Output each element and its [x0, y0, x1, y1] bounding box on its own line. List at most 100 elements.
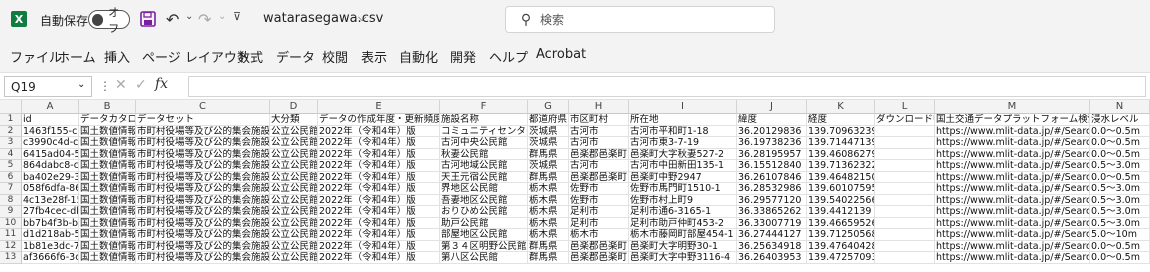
row-header[interactable]: 12 — [0, 240, 22, 252]
table-cell[interactable]: 2022年（令和4年）版 — [318, 229, 440, 241]
table-cell[interactable]: 邑楽郡邑楽町 — [569, 240, 629, 252]
table-cell[interactable]: 市町村役場等及び公的集会施設 — [136, 171, 270, 183]
table-cell[interactable] — [875, 229, 935, 241]
row-header[interactable]: 13 — [0, 252, 22, 264]
table-cell[interactable]: 古河市平和町1-18 — [629, 125, 737, 137]
chevron-down-icon[interactable]: ⌄ — [77, 79, 85, 90]
tab-automate[interactable]: 自動化 — [399, 47, 438, 66]
table-cell[interactable]: 36.29577120 — [737, 194, 807, 206]
table-cell[interactable]: 0.5～3.0m — [1090, 183, 1150, 195]
tab-help[interactable]: ヘルプ — [489, 47, 528, 66]
table-cell[interactable] — [875, 125, 935, 137]
formula-input[interactable] — [188, 76, 1146, 97]
table-cell[interactable]: https://www.mlit-data.jp/#/Searc — [935, 240, 1090, 252]
header-cell[interactable]: 国土交通データプラットフォーム検索URL — [935, 114, 1090, 126]
row-header[interactable]: 4 — [0, 148, 22, 160]
table-cell[interactable]: 邑楽町大字中野3116-4 — [629, 252, 737, 264]
table-cell[interactable]: 0.5～3.0m — [1090, 160, 1150, 172]
tab-home[interactable]: ホーム — [57, 47, 96, 66]
table-cell[interactable]: 栃木市 — [569, 229, 629, 241]
table-cell[interactable]: 36.33865262 — [737, 206, 807, 218]
table-cell[interactable]: 国土数値情報 — [79, 240, 136, 252]
table-cell[interactable]: 市町村役場等及び公的集会施設 — [136, 148, 270, 160]
header-cell[interactable]: データの作成年度・更新頻度 — [318, 114, 440, 126]
table-cell[interactable]: 139.71447139564438 — [807, 137, 875, 149]
table-cell[interactable]: 139.4725709363813 — [807, 252, 875, 264]
table-cell[interactable]: 公立公民館 — [270, 229, 318, 241]
table-cell[interactable]: 第３４区明野公民館 — [440, 240, 528, 252]
table-cell[interactable]: おりひめ公民館 — [440, 206, 528, 218]
table-cell[interactable] — [875, 217, 935, 229]
table-cell[interactable]: 2022年（令和4年）版 — [318, 252, 440, 264]
header-cell[interactable]: 経度 — [807, 114, 875, 126]
table-cell[interactable]: 0.0～0.5m — [1090, 148, 1150, 160]
table-cell[interactable]: 古河市 — [569, 137, 629, 149]
autosave-toggle[interactable]: オフ — [88, 6, 130, 35]
row-header[interactable]: 10 — [0, 217, 22, 229]
table-cell[interactable]: 5.0～10m — [1090, 229, 1150, 241]
header-cell[interactable]: 浸水レベル — [1090, 114, 1150, 126]
table-cell[interactable]: 邑楽町中野2947 — [629, 171, 737, 183]
column-header-m[interactable]: M — [935, 100, 1090, 114]
column-header-d[interactable]: D — [270, 100, 318, 114]
table-cell[interactable]: 公立公民館 — [270, 194, 318, 206]
table-cell[interactable]: 市町村役場等及び公的集会施設 — [136, 206, 270, 218]
table-cell[interactable]: 0.5～3.0m — [1090, 194, 1150, 206]
table-cell[interactable]: 公立公民館 — [270, 148, 318, 160]
table-cell[interactable]: 139.71250568369163 — [807, 229, 875, 241]
chevron-down-icon[interactable]: ⌄ — [218, 11, 226, 22]
table-cell[interactable]: 市町村役場等及び公的集会施設 — [136, 252, 270, 264]
table-cell[interactable]: 邑楽郡邑楽町 — [569, 148, 629, 160]
table-cell[interactable]: 栃木県 — [528, 206, 569, 218]
tab-view[interactable]: 表示 — [361, 47, 387, 66]
table-cell[interactable]: bb7b4f3b-b7 — [22, 217, 79, 229]
table-cell[interactable]: 139.46659526063664 — [807, 217, 875, 229]
table-cell[interactable]: 秋妻公民館 — [440, 148, 528, 160]
table-cell[interactable]: 27fb4cec-db — [22, 206, 79, 218]
column-header-b[interactable]: B — [79, 100, 136, 114]
table-cell[interactable]: 公立公民館 — [270, 160, 318, 172]
column-header-a[interactable]: A — [22, 100, 79, 114]
table-cell[interactable]: 栃木県 — [528, 229, 569, 241]
chevron-down-icon[interactable]: ⌵ — [358, 11, 366, 25]
table-cell[interactable]: 古河地域公民館 — [440, 160, 528, 172]
table-cell[interactable]: 0.0～0.5m — [1090, 137, 1150, 149]
header-cell[interactable]: 大分類 — [270, 114, 318, 126]
table-cell[interactable]: 36.26107846 — [737, 171, 807, 183]
table-cell[interactable]: af3666f6-3c — [22, 252, 79, 264]
table-cell[interactable]: 0.5～3.0m — [1090, 217, 1150, 229]
tab-acrobat[interactable]: Acrobat — [536, 47, 586, 62]
header-cell[interactable]: データセット — [136, 114, 270, 126]
column-header-j[interactable]: J — [737, 100, 807, 114]
table-cell[interactable]: 足利市 — [569, 217, 629, 229]
table-cell[interactable]: 古河市中田新田135-1 — [629, 160, 737, 172]
row-header[interactable]: 5 — [0, 160, 22, 172]
table-cell[interactable]: 国土数値情報 — [79, 137, 136, 149]
tab-insert[interactable]: 挿入 — [104, 47, 130, 66]
table-cell[interactable]: 36.28195957 — [737, 148, 807, 160]
table-cell[interactable]: 2022年（令和4年）版 — [318, 206, 440, 218]
row-header[interactable]: 8 — [0, 194, 22, 206]
table-cell[interactable]: 市町村役場等及び公的集会施設 — [136, 194, 270, 206]
table-cell[interactable]: 邑楽郡邑楽町 — [569, 252, 629, 264]
table-cell[interactable]: 界地区公民館 — [440, 183, 528, 195]
row-header[interactable]: 7 — [0, 183, 22, 195]
undo-icon[interactable]: ↶ — [166, 10, 184, 29]
table-cell[interactable] — [875, 160, 935, 172]
table-cell[interactable]: 国土数値情報 — [79, 252, 136, 264]
table-cell[interactable]: 0.0～0.5m — [1090, 252, 1150, 264]
row-header[interactable]: 6 — [0, 171, 22, 183]
table-cell[interactable]: 栃木県 — [528, 183, 569, 195]
table-cell[interactable]: 36.20129836 — [737, 125, 807, 137]
table-cell[interactable]: 第八区公民館 — [440, 252, 528, 264]
table-cell[interactable]: 茨城県 — [528, 137, 569, 149]
table-cell[interactable]: 公立公民館 — [270, 240, 318, 252]
table-cell[interactable]: 864dabc8-ct — [22, 160, 79, 172]
tab-data[interactable]: データ — [276, 47, 315, 66]
table-cell[interactable]: 佐野市 — [569, 183, 629, 195]
table-cell[interactable]: 2022年（令和4年）版 — [318, 125, 440, 137]
table-cell[interactable]: 茨城県 — [528, 125, 569, 137]
column-header-n[interactable]: N — [1090, 100, 1150, 114]
table-cell[interactable] — [875, 148, 935, 160]
table-cell[interactable]: 佐野市 — [569, 194, 629, 206]
